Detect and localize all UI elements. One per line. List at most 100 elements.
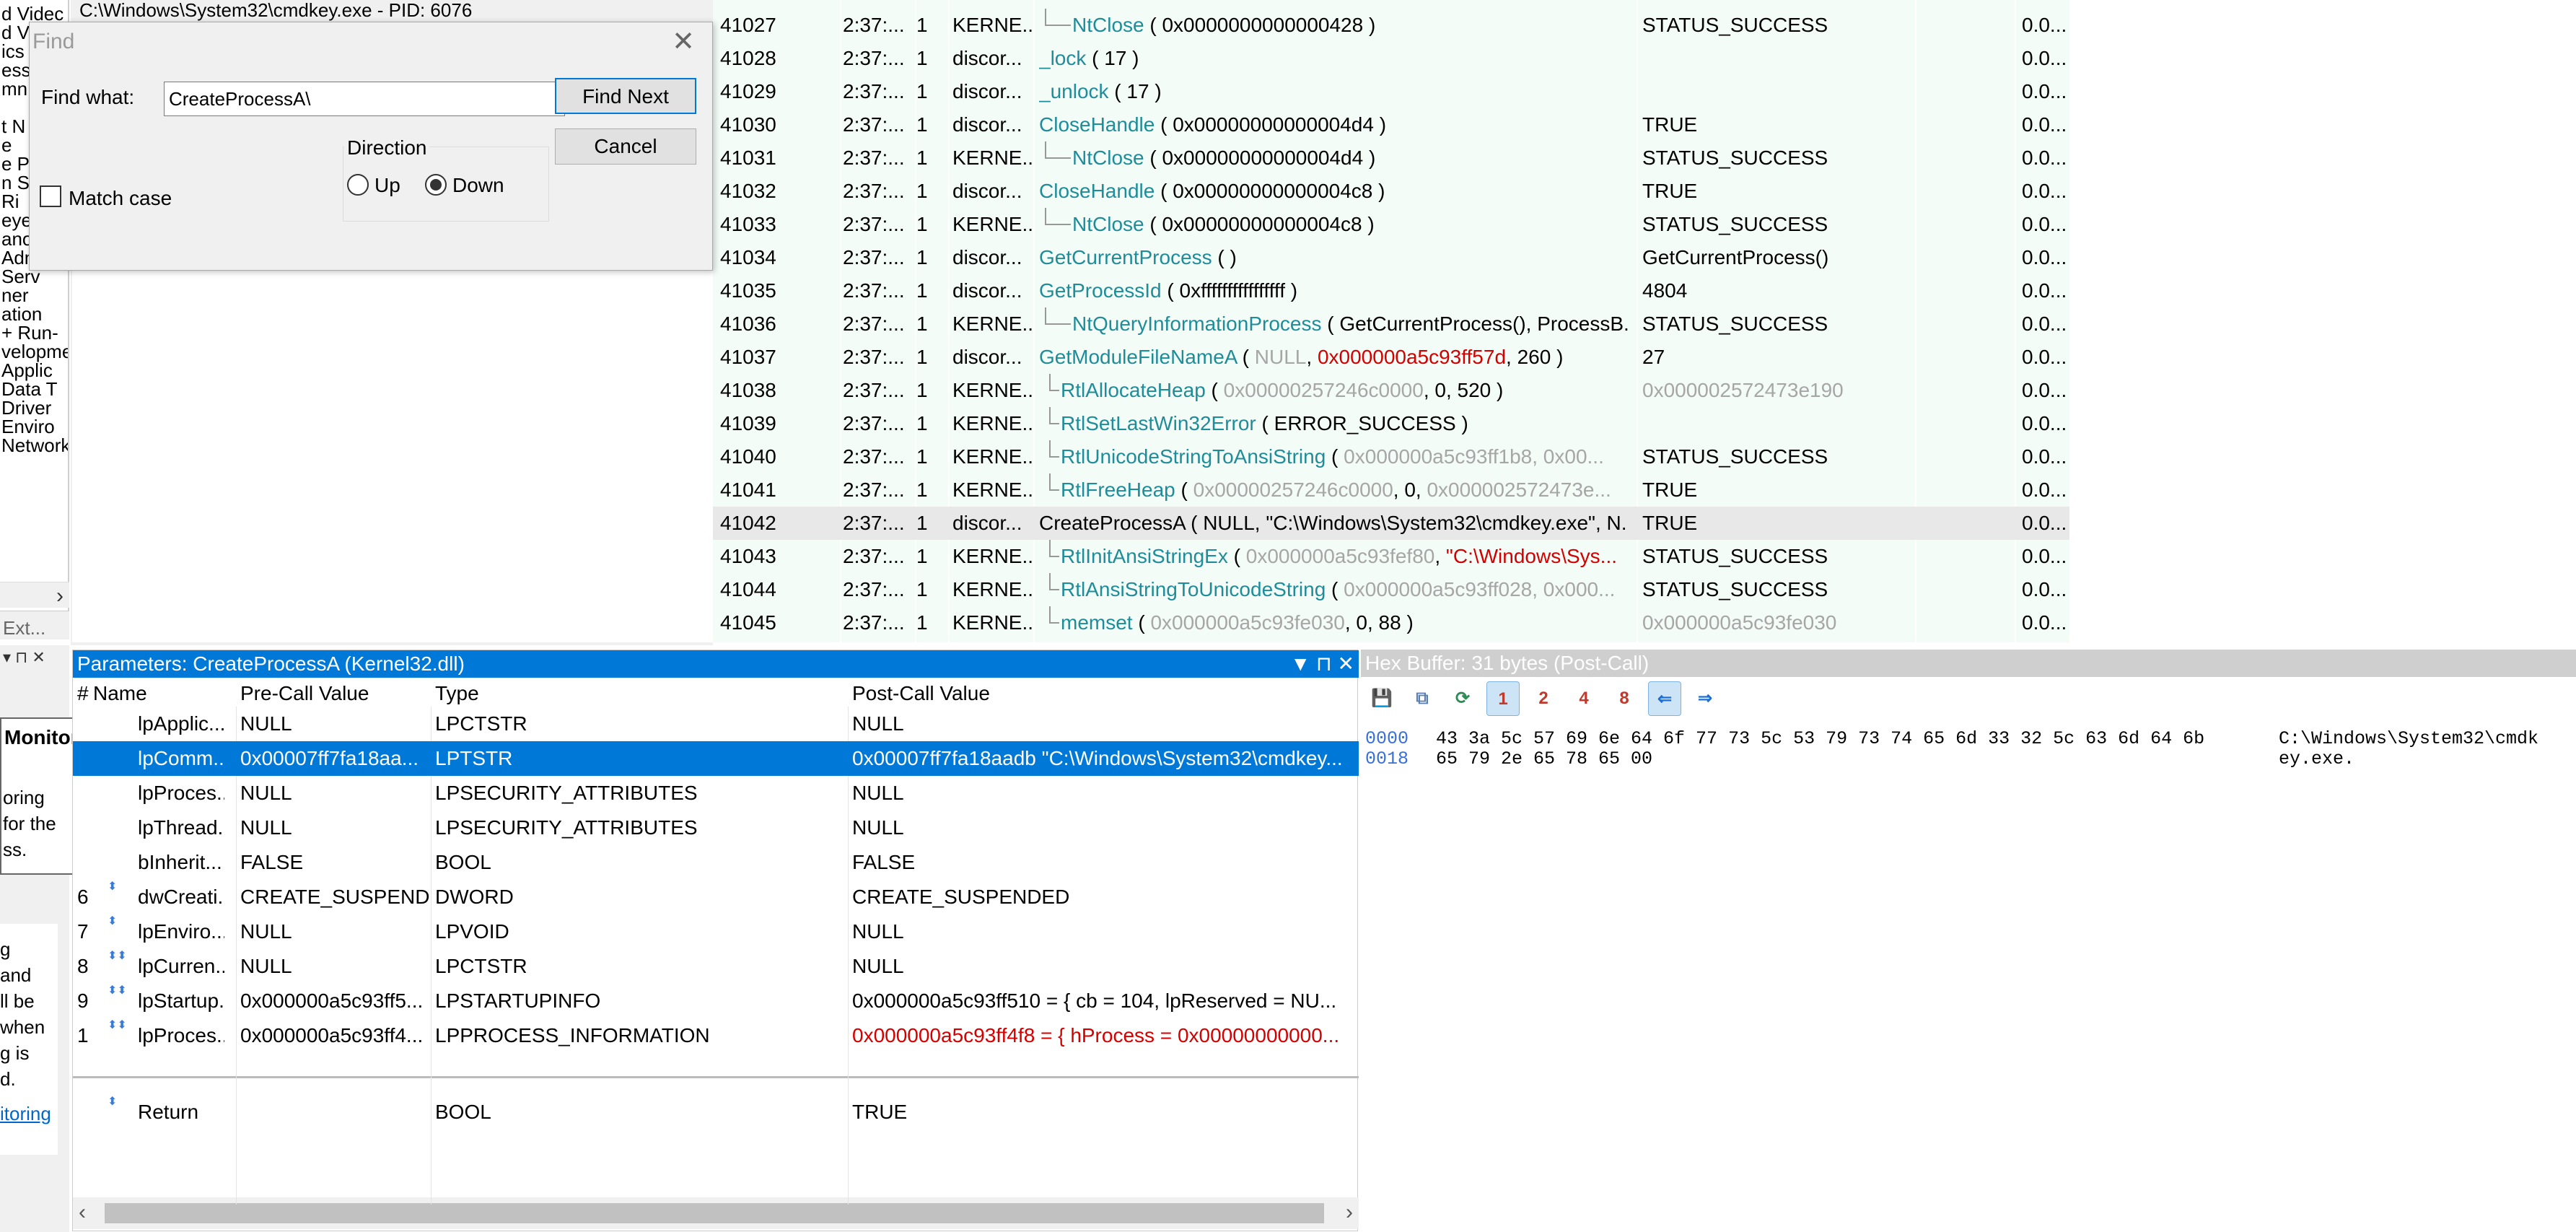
trace-row[interactable]: 41039 2:37:... 1 KERNE... RtlSetLastWin32Err…	[713, 407, 2069, 440]
tree-item[interactable]: t N	[1, 117, 25, 136]
parameter-row[interactable]: lpThread... NULL LPSECURITY_ATTRIBUTES NULL	[73, 811, 1359, 845]
forward-icon[interactable]: ⇒	[1688, 681, 1722, 716]
col-post-call-header[interactable]: Post-Call Value	[852, 681, 990, 707]
trace-row-thread: 1	[916, 213, 928, 235]
trace-row-module: discor...	[952, 47, 1022, 69]
scroll-right-icon[interactable]: ›	[1346, 1200, 1353, 1225]
trace-row-duration: 0.0...	[2022, 213, 2065, 235]
find-what-input[interactable]	[164, 82, 565, 116]
trace-row[interactable]: 41034 2:37:... 1 discor... GetCurrentProcess…	[713, 241, 2069, 274]
trace-row[interactable]: 41045 2:37:... 1 KERNE... memset ( 0x000000a…	[713, 606, 2069, 639]
trace-row[interactable]: 41043 2:37:... 1 KERNE... RtlInitAnsiStringE…	[713, 540, 2069, 573]
col-index-header[interactable]: #	[77, 681, 89, 707]
trace-row-argument: "C:\Windows\Sys...	[1445, 545, 1618, 567]
close-icon[interactable]: ✕	[672, 25, 695, 58]
byte-view-4-icon[interactable]: 4	[1567, 681, 1600, 716]
tree-item[interactable]: Applic	[1, 361, 53, 380]
trace-row[interactable]: 41036 2:37:... 1 KERNE... NtQueryInformation…	[713, 307, 2069, 341]
back-icon[interactable]: ⇐	[1648, 681, 1681, 716]
parameter-type: BOOL	[435, 851, 491, 873]
parameter-row[interactable]: lpComm... 0x00007ff7fa18aa... LPTSTR 0x0000…	[73, 741, 1359, 776]
trace-row[interactable]: 41031 2:37:... 1 KERNE... NtClose ( 0x000000…	[713, 141, 2069, 175]
parameters-horizontal-scrollbar[interactable]: ‹ ›	[73, 1197, 1359, 1229]
find-next-button[interactable]: Find Next	[555, 78, 696, 114]
copy-icon[interactable]: ⧉	[1406, 681, 1439, 716]
scrollbar-thumb[interactable]	[105, 1203, 1324, 1223]
match-case-checkbox[interactable]	[40, 185, 61, 207]
monitoring-link[interactable]: itoring	[0, 1103, 51, 1125]
trace-row-module: discor...	[952, 246, 1022, 268]
trace-row[interactable]: 41035 2:37:... 1 discor... GetProcessId ( 0x…	[713, 274, 2069, 307]
return-row[interactable]: ⬍ Return BOOL TRUE	[73, 1095, 1359, 1130]
direction-up-radio[interactable]	[347, 174, 369, 196]
parameter-row[interactable]: 6 ⬍ dwCreati... CREATE_SUSPEND... DWORD CREAT…	[73, 880, 1359, 914]
trace-row[interactable]: 41028 2:37:... 1 discor... _lock ( 17 ) 0.0..…	[713, 42, 2069, 75]
save-icon[interactable]: 💾	[1365, 681, 1398, 716]
tree-item[interactable]: eye	[1, 211, 32, 230]
tree-item[interactable]: Driver	[1, 398, 51, 417]
col-name-header[interactable]: Name	[93, 681, 147, 707]
scroll-left-icon[interactable]: ‹	[79, 1200, 86, 1225]
parameter-row[interactable]: bInherit... FALSE BOOL FALSE	[73, 845, 1359, 880]
byte-view-1-icon[interactable]: 1	[1486, 681, 1520, 716]
trace-list[interactable]: 41027 2:37:... 1 KERNE... NtClose ( 0x000000…	[713, 0, 2069, 642]
tree-item[interactable]: velopme	[1, 342, 68, 361]
refresh-icon[interactable]: ⟳	[1446, 681, 1479, 716]
parameter-row[interactable]: lpApplic... NULL LPCTSTR NULL	[73, 707, 1359, 741]
tree-connector-icon	[1045, 141, 1071, 159]
direction-up-label[interactable]: Up	[374, 174, 400, 197]
parameter-row[interactable]: 7 ⬍ lpEnviro... NULL LPVOID NULL	[73, 914, 1359, 949]
col-pre-call-header[interactable]: Pre-Call Value	[240, 681, 369, 707]
byte-view-2-icon[interactable]: 2	[1527, 681, 1560, 716]
trace-row[interactable]: 41027 2:37:... 1 KERNE... NtClose ( 0x000000…	[713, 9, 2069, 42]
left-dock-controls[interactable]: ▾ ⊓ ✕	[0, 645, 69, 670]
cancel-button[interactable]: Cancel	[555, 128, 696, 165]
tree-item[interactable]: ess	[1, 61, 30, 79]
trace-row[interactable]: 41029 2:37:... 1 discor... _unlock ( 17 ) 0.0…	[713, 75, 2069, 108]
tree-item[interactable]: d Videc	[1, 4, 63, 23]
parameter-row[interactable]: 1 ⬍⬍ lpProces... 0x000000a5c93ff4... LPPROCE…	[73, 1018, 1359, 1053]
trace-row[interactable]: 41037 2:37:... 1 discor... GetModuleFileName…	[713, 341, 2069, 374]
tree-item[interactable]: ation	[1, 305, 42, 323]
hex-ascii[interactable]: C:\Windows\System32\cmdk	[2279, 729, 2538, 749]
parameter-row[interactable]: 9 ⬍⬍ lpStartup... 0x000000a5c93ff5... LPSTAR…	[73, 984, 1359, 1018]
tree-item[interactable]: ano	[1, 230, 32, 248]
tree-item[interactable]: mn	[1, 79, 27, 98]
parameter-post-value: FALSE	[852, 851, 916, 873]
tree-item[interactable]: ics	[1, 42, 25, 61]
tree-item[interactable]: e	[1, 136, 12, 154]
hex-bytes[interactable]: 43 3a 5c 57 69 6e 64 6f 77 73 5c 53 79 7…	[1436, 729, 2204, 749]
tree-horizontal-scrollbar[interactable]: ›	[0, 582, 69, 608]
hex-bytes[interactable]: 65 79 2e 65 78 65 00	[1436, 749, 1652, 769]
parameter-row[interactable]: lpProces... NULL LPSECURITY_ATTRIBUTES NULL	[73, 776, 1359, 811]
trace-row[interactable]: 41041 2:37:... 1 KERNE... RtlFreeHeap ( 0x00…	[713, 473, 2069, 507]
tree-item[interactable]: Enviro	[1, 417, 55, 436]
parameters-panel-controls[interactable]: ▼ ⊓ ✕	[1290, 650, 1354, 678]
trace-row[interactable]: 41038 2:37:... 1 KERNE... RtlAllocateHeap ( …	[713, 374, 2069, 407]
tree-item[interactable]: Network	[1, 436, 68, 455]
tree-item[interactable]: ner	[1, 286, 29, 305]
match-case-label[interactable]: Match case	[69, 187, 172, 210]
trace-row[interactable]: 41040 2:37:... 1 KERNE... RtlUnicodeStringTo…	[713, 440, 2069, 473]
trace-row[interactable]: 41030 2:37:... 1 discor... CloseHandle ( 0x0…	[713, 108, 2069, 141]
trace-row-time: 2:37:...	[843, 113, 905, 136]
direction-down-radio[interactable]	[425, 174, 447, 196]
trace-row-time: 2:37:...	[843, 379, 905, 401]
trace-row[interactable]: 41044 2:37:... 1 KERNE... RtlAnsiStringToUni…	[713, 573, 2069, 606]
scroll-right-icon[interactable]: ›	[56, 584, 63, 608]
trace-row[interactable]: 41033 2:37:... 1 KERNE... NtClose ( 0x000000…	[713, 208, 2069, 241]
trace-row-thread: 1	[916, 113, 928, 136]
hex-ascii[interactable]: ey.exe.	[2279, 749, 2354, 769]
parameter-row[interactable]: 8 ⬍⬍ lpCurren... NULL LPCTSTR NULL	[73, 949, 1359, 984]
trace-row-argument: 0x000002572473e...	[1427, 479, 1611, 501]
col-type-header[interactable]: Type	[435, 681, 479, 707]
direction-down-label[interactable]: Down	[452, 174, 504, 197]
byte-view-8-icon[interactable]: 8	[1608, 681, 1641, 716]
trace-row[interactable]: 41042 2:37:... 1 discor... CreateProcessA ( …	[713, 507, 2069, 540]
ext-tab[interactable]: Ext...	[0, 611, 69, 639]
tree-item[interactable]: Data T	[1, 380, 58, 398]
trace-row-function: NtClose	[1072, 14, 1144, 36]
tree-item[interactable]: Ri	[1, 192, 19, 211]
trace-row[interactable]: 41032 2:37:... 1 discor... CloseHandle ( 0x0…	[713, 175, 2069, 208]
tree-item[interactable]: + Run-	[1, 323, 58, 342]
